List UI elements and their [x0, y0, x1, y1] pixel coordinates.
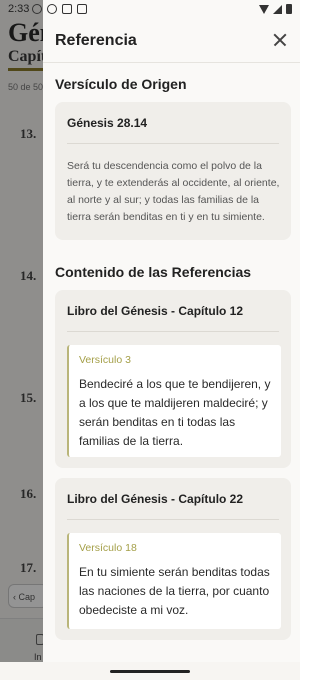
home-gesture-handle[interactable]	[110, 670, 190, 673]
origin-reference: Génesis 28.14	[67, 116, 148, 130]
status-bar: 2:33	[0, 0, 300, 18]
reference-verse-text: Bendeciré a los que te bendijeren, y a l…	[79, 377, 271, 448]
notification-icons	[32, 4, 87, 14]
origin-verse-text: Será tu descendencia como el polvo de la…	[67, 160, 280, 223]
shield-icon	[77, 4, 87, 14]
signal-icon	[273, 4, 282, 14]
close-icon[interactable]	[270, 30, 290, 50]
reference-verse-label: Versículo 18	[79, 542, 137, 554]
reference-chapter: Libro del Génesis - Capítulo 22	[67, 492, 244, 506]
battery-icon	[286, 4, 292, 14]
info-icon	[32, 4, 42, 14]
reference-verse-box[interactable]: Versículo 3 Bendeciré a los que te bendi…	[67, 345, 281, 457]
drawer-header: Referencia	[43, 18, 300, 63]
divider	[67, 519, 279, 520]
divider	[67, 143, 279, 144]
references-section-heading: Contenido de las Referencias	[55, 264, 252, 280]
wifi-icon	[259, 4, 269, 14]
origin-section-heading: Versículo de Origen	[55, 76, 187, 92]
reference-verse-text: En tu simiente serán benditas todas las …	[79, 565, 270, 617]
origin-verse-card: Génesis 28.14 Será tu descendencia como …	[55, 102, 291, 240]
reference-card: Libro del Génesis - Capítulo 12 Versícul…	[55, 290, 291, 468]
status-time: 2:33	[8, 3, 30, 15]
drawer-title: Referencia	[55, 32, 137, 49]
divider	[67, 331, 279, 332]
reference-chapter: Libro del Génesis - Capítulo 12	[67, 304, 244, 318]
reference-card: Libro del Génesis - Capítulo 22 Versícul…	[55, 478, 291, 640]
system-icons	[259, 4, 292, 14]
reference-verse-box[interactable]: Versículo 18 En tu simiente serán bendit…	[67, 533, 281, 629]
reference-drawer: Referencia Versículo de Origen Génesis 2…	[43, 0, 300, 662]
do-not-disturb-icon	[47, 4, 57, 14]
reference-verse-label: Versículo 3	[79, 354, 131, 366]
translate-icon	[62, 4, 72, 14]
